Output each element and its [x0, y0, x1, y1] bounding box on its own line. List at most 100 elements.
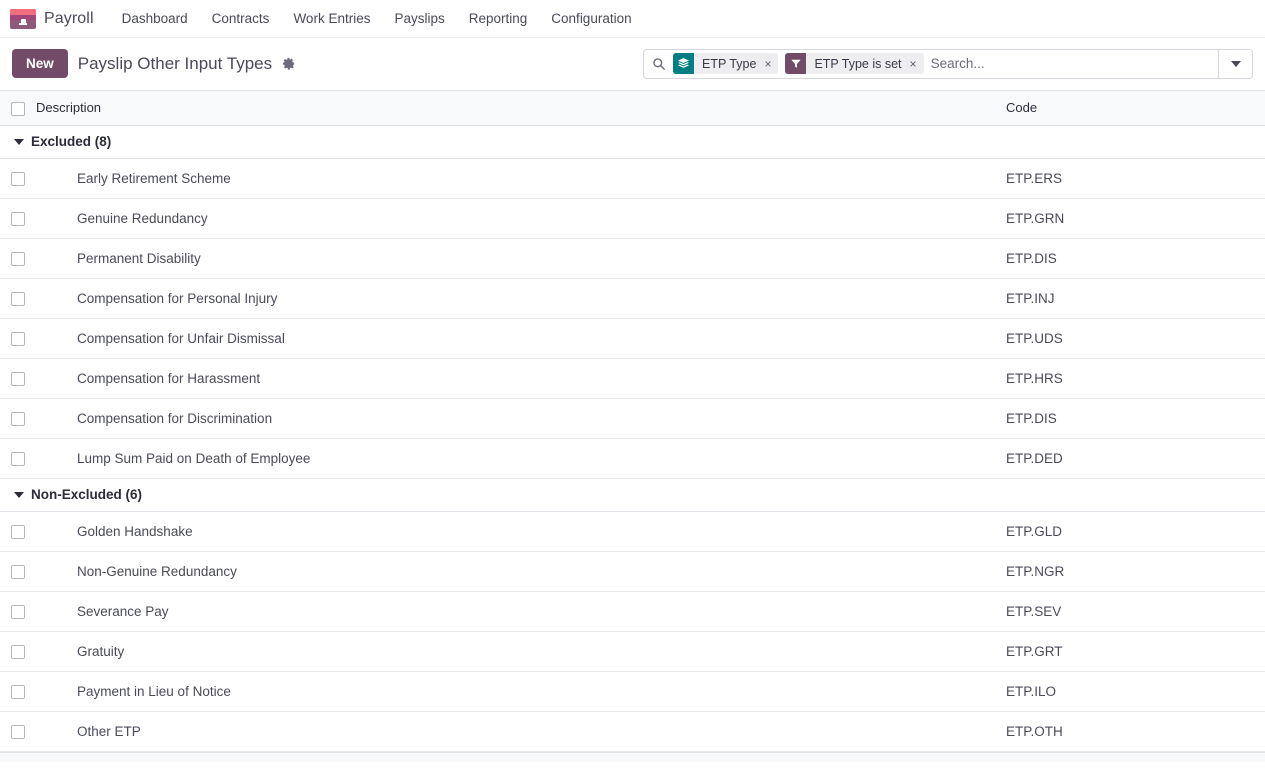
- search-facet-remove-icon[interactable]: ×: [761, 53, 778, 74]
- cell-description: Non-Genuine Redundancy: [36, 551, 1000, 591]
- search-input-area[interactable]: ETP Type × ETP Type is set ×: [644, 50, 1218, 78]
- caret-down-icon[interactable]: [14, 139, 24, 145]
- menu-item-payslips[interactable]: Payslips: [382, 2, 456, 35]
- table-row[interactable]: Early Retirement Scheme ETP.ERS: [0, 158, 1265, 198]
- menu-item-reporting[interactable]: Reporting: [457, 2, 540, 35]
- brand-home-link[interactable]: Payroll: [10, 9, 110, 29]
- row-checkbox[interactable]: [11, 685, 25, 699]
- table-row[interactable]: Lump Sum Paid on Death of Employee ETP.D…: [0, 438, 1265, 478]
- row-select-cell: [0, 318, 36, 358]
- gear-icon[interactable]: [279, 55, 297, 73]
- row-checkbox[interactable]: [11, 452, 25, 466]
- cell-description: Lump Sum Paid on Death of Employee: [36, 438, 1000, 478]
- top-navbar: Payroll Dashboard Contracts Work Entries…: [0, 0, 1265, 38]
- table-row[interactable]: Gratuity ETP.GRT: [0, 631, 1265, 671]
- table-row[interactable]: Compensation for Personal Injury ETP.INJ: [0, 278, 1265, 318]
- row-select-cell: [0, 438, 36, 478]
- row-select-cell: [0, 198, 36, 238]
- menu-item-configuration[interactable]: Configuration: [539, 2, 643, 35]
- column-header-description[interactable]: Description: [36, 91, 1000, 125]
- list-view: Description Code Excluded (8) Early Reti…: [0, 90, 1265, 762]
- column-header-code[interactable]: Code: [1000, 91, 1265, 125]
- row-checkbox[interactable]: [11, 172, 25, 186]
- cell-description: Compensation for Discrimination: [36, 398, 1000, 438]
- table-row[interactable]: Golden Handshake ETP.GLD: [0, 511, 1265, 551]
- row-checkbox[interactable]: [11, 372, 25, 386]
- table-row[interactable]: Other ETP ETP.OTH: [0, 711, 1265, 751]
- table-header: Description Code: [0, 91, 1265, 125]
- cell-description: Severance Pay: [36, 591, 1000, 631]
- row-select-cell: [0, 238, 36, 278]
- search-facet-label: ETP Type is set: [806, 53, 906, 74]
- cell-code: ETP.ILO: [1000, 671, 1265, 711]
- cell-description: Compensation for Harassment: [36, 358, 1000, 398]
- cell-code: ETP.GRN: [1000, 198, 1265, 238]
- group-label: Excluded (8): [31, 134, 111, 149]
- cell-code: ETP.SEV: [1000, 591, 1265, 631]
- cell-description: Compensation for Personal Injury: [36, 278, 1000, 318]
- menu-item-dashboard[interactable]: Dashboard: [110, 2, 200, 35]
- menu-item-work-entries[interactable]: Work Entries: [281, 2, 382, 35]
- row-checkbox[interactable]: [11, 605, 25, 619]
- row-select-cell: [0, 511, 36, 551]
- cell-code: ETP.NGR: [1000, 551, 1265, 591]
- search-facet-filter-etp-type-is-set[interactable]: ETP Type is set ×: [785, 53, 923, 74]
- cell-code: ETP.DIS: [1000, 238, 1265, 278]
- search-view: ETP Type × ETP Type is set ×: [643, 49, 1253, 79]
- group-row-excluded[interactable]: Excluded (8): [0, 125, 1265, 158]
- row-select-cell: [0, 711, 36, 751]
- row-checkbox[interactable]: [11, 412, 25, 426]
- row-checkbox[interactable]: [11, 252, 25, 266]
- cell-description: Genuine Redundancy: [36, 198, 1000, 238]
- cell-description: Early Retirement Scheme: [36, 158, 1000, 198]
- chevron-down-icon: [1231, 61, 1241, 67]
- search-facet-groupby-etp-type[interactable]: ETP Type ×: [673, 53, 778, 74]
- caret-down-icon[interactable]: [14, 492, 24, 498]
- row-checkbox[interactable]: [11, 525, 25, 539]
- cell-description: Golden Handshake: [36, 511, 1000, 551]
- brand-name: Payroll: [44, 10, 94, 28]
- search-input[interactable]: [931, 50, 1212, 78]
- row-checkbox[interactable]: [11, 332, 25, 346]
- select-all-header: [0, 91, 36, 125]
- table-row[interactable]: Permanent Disability ETP.DIS: [0, 238, 1265, 278]
- cell-code: ETP.UDS: [1000, 318, 1265, 358]
- table-row[interactable]: Severance Pay ETP.SEV: [0, 591, 1265, 631]
- row-checkbox[interactable]: [11, 725, 25, 739]
- table-row[interactable]: Non-Genuine Redundancy ETP.NGR: [0, 551, 1265, 591]
- row-checkbox[interactable]: [11, 292, 25, 306]
- table-row[interactable]: Compensation for Discrimination ETP.DIS: [0, 398, 1265, 438]
- cell-description: Permanent Disability: [36, 238, 1000, 278]
- select-all-checkbox[interactable]: [11, 102, 25, 116]
- row-checkbox[interactable]: [11, 645, 25, 659]
- row-checkbox[interactable]: [11, 212, 25, 226]
- search-facet-remove-icon[interactable]: ×: [907, 53, 924, 74]
- table-row[interactable]: Genuine Redundancy ETP.GRN: [0, 198, 1265, 238]
- search-dropdown-toggle[interactable]: [1218, 50, 1252, 78]
- cell-description: Payment in Lieu of Notice: [36, 671, 1000, 711]
- group-row-non-excluded[interactable]: Non-Excluded (6): [0, 478, 1265, 511]
- table-row[interactable]: Compensation for Harassment ETP.HRS: [0, 358, 1265, 398]
- row-select-cell: [0, 631, 36, 671]
- table-row[interactable]: Payment in Lieu of Notice ETP.ILO: [0, 671, 1265, 711]
- group-row-cell: Non-Excluded (6): [0, 478, 1265, 511]
- cell-code: ETP.HRS: [1000, 358, 1265, 398]
- cell-code: ETP.INJ: [1000, 278, 1265, 318]
- row-select-cell: [0, 358, 36, 398]
- group-row-cell: Excluded (8): [0, 125, 1265, 158]
- new-button[interactable]: New: [12, 49, 68, 78]
- breadcrumb: Payslip Other Input Types: [78, 54, 297, 74]
- funnel-icon: [785, 53, 806, 74]
- row-select-cell: [0, 671, 36, 711]
- payroll-app-icon: [10, 9, 36, 29]
- row-select-cell: [0, 551, 36, 591]
- layers-stack-icon: [673, 53, 694, 74]
- row-select-cell: [0, 591, 36, 631]
- table-header-row: Description Code: [0, 91, 1265, 125]
- main-menu: Dashboard Contracts Work Entries Payslip…: [110, 2, 644, 35]
- table-row[interactable]: Compensation for Unfair Dismissal ETP.UD…: [0, 318, 1265, 358]
- search-facet-label: ETP Type: [694, 53, 761, 74]
- cell-description: Other ETP: [36, 711, 1000, 751]
- menu-item-contracts[interactable]: Contracts: [200, 2, 282, 35]
- row-checkbox[interactable]: [11, 565, 25, 579]
